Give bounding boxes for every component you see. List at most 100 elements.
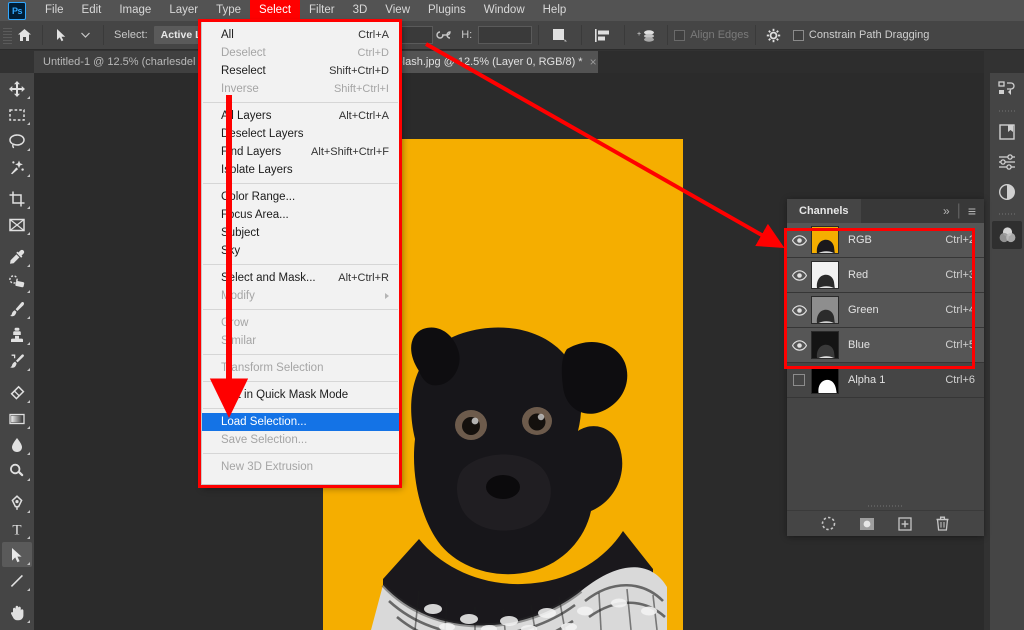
eye-icon[interactable] xyxy=(787,270,811,281)
path-arrangement-icon[interactable]: + xyxy=(631,24,661,46)
align-edges-checkbox-box xyxy=(674,30,685,41)
gradient-tool[interactable] xyxy=(2,406,32,431)
close-icon[interactable]: × xyxy=(590,57,597,67)
spot-healing-brush-tool[interactable] xyxy=(2,270,32,295)
channel-row[interactable]: GreenCtrl+4 xyxy=(787,293,984,328)
menu-filter[interactable]: Filter xyxy=(300,0,344,21)
tool-preset-chevron-icon[interactable] xyxy=(73,24,97,46)
rail-grip-1[interactable] xyxy=(999,107,1015,116)
channels-panel-icon[interactable] xyxy=(992,221,1022,249)
adjustment-layer-icon[interactable] xyxy=(992,178,1022,206)
channel-row[interactable]: BlueCtrl+5 xyxy=(787,328,984,363)
brush-tool[interactable] xyxy=(2,296,32,321)
link-width-height-icon[interactable] xyxy=(433,24,457,46)
eye-toggle-empty[interactable] xyxy=(787,374,811,386)
menu-item-new-3d-extrusion[interactable]: New 3D Extrusion xyxy=(202,458,399,476)
channel-row[interactable]: RGBCtrl+2 xyxy=(787,223,984,258)
eye-icon[interactable] xyxy=(787,305,811,316)
menu-item-all[interactable]: AllCtrl+A xyxy=(202,26,399,44)
lasso-tool[interactable] xyxy=(2,128,32,153)
menu-item-select-and-mask[interactable]: Select and Mask...Alt+Ctrl+R xyxy=(202,269,399,287)
load-channel-as-selection-button[interactable] xyxy=(820,515,838,533)
menu-item-label: Inverse xyxy=(221,80,259,98)
libraries-panel-icon[interactable] xyxy=(992,118,1022,146)
hand-tool[interactable] xyxy=(2,600,32,625)
menu-item-transform-selection[interactable]: Transform Selection xyxy=(202,359,399,377)
menu-item-edit-in-quick-mask-mode[interactable]: Edit in Quick Mask Mode xyxy=(202,386,399,404)
blur-tool[interactable] xyxy=(2,432,32,457)
constrain-path-dragging-checkbox[interactable]: Constrain Path Dragging xyxy=(793,29,929,41)
menu-item-subject[interactable]: Subject xyxy=(202,224,399,242)
menu-item-find-layers[interactable]: Find LayersAlt+Shift+Ctrl+F xyxy=(202,143,399,161)
menu-item-deselect-layers[interactable]: Deselect Layers xyxy=(202,125,399,143)
channel-row[interactable]: Alpha 1Ctrl+6 xyxy=(787,363,984,398)
eraser-tool[interactable] xyxy=(2,380,32,405)
object-selection-tool[interactable] xyxy=(2,154,32,179)
menu-file[interactable]: File xyxy=(36,0,73,21)
clone-stamp-tool[interactable] xyxy=(2,322,32,347)
menu-item-sky[interactable]: Sky xyxy=(202,242,399,260)
menu-item-deselect[interactable]: DeselectCtrl+D xyxy=(202,44,399,62)
menu-item-isolate-layers[interactable]: Isolate Layers xyxy=(202,161,399,179)
menu-item-focus-area[interactable]: Focus Area... xyxy=(202,206,399,224)
move-tool[interactable] xyxy=(2,76,32,101)
eye-icon[interactable] xyxy=(787,340,811,351)
eye-icon[interactable] xyxy=(787,235,811,246)
options-bar-grip[interactable] xyxy=(3,25,12,45)
dodge-tool[interactable] xyxy=(2,458,32,483)
menu-help[interactable]: Help xyxy=(534,0,576,21)
menu-edit[interactable]: Edit xyxy=(73,0,111,21)
current-tool-icon[interactable] xyxy=(49,24,73,46)
menu-item-label: Edit in Quick Mask Mode xyxy=(221,386,348,404)
type-tool[interactable]: T xyxy=(2,516,32,541)
save-selection-as-channel-button[interactable] xyxy=(858,515,876,533)
zoom-tool[interactable] xyxy=(2,626,32,630)
menu-item-save-selection[interactable]: Save Selection... xyxy=(202,431,399,449)
pen-tool[interactable] xyxy=(2,490,32,515)
menu-item-label: Save Selection... xyxy=(221,431,307,449)
menu-item-load-selection[interactable]: Load Selection... xyxy=(202,413,399,431)
menu-item-reselect[interactable]: ReselectShift+Ctrl+D xyxy=(202,62,399,80)
height-input[interactable] xyxy=(478,26,532,44)
menu-item-similar[interactable]: Similar xyxy=(202,332,399,350)
menu-separator xyxy=(203,354,398,355)
panel-resize-grip[interactable] xyxy=(868,503,904,508)
frame-tool[interactable] xyxy=(2,212,32,237)
document-tab-1[interactable]: Untitled-1 @ 12.5% (charlesdel× xyxy=(34,51,219,73)
menu-image[interactable]: Image xyxy=(110,0,160,21)
menu-type[interactable]: Type xyxy=(207,0,250,21)
path-alignment-icon[interactable] xyxy=(588,24,618,46)
menu-item-color-range[interactable]: Color Range... xyxy=(202,188,399,206)
history-brush-tool[interactable] xyxy=(2,348,32,373)
line-tool[interactable] xyxy=(2,568,32,593)
menu-plugins[interactable]: Plugins xyxy=(419,0,475,21)
menu-layer[interactable]: Layer xyxy=(160,0,207,21)
crop-tool[interactable] xyxy=(2,186,32,211)
rectangular-marquee-tool[interactable] xyxy=(2,102,32,127)
rail-grip-2[interactable] xyxy=(999,210,1015,219)
menu-3d[interactable]: 3D xyxy=(344,0,377,21)
eyedropper-tool[interactable] xyxy=(2,244,32,269)
gear-icon[interactable] xyxy=(762,24,786,46)
tab-channels[interactable]: Channels xyxy=(787,199,861,223)
align-edges-checkbox[interactable]: Align Edges xyxy=(674,29,749,41)
create-new-channel-button[interactable] xyxy=(896,515,914,533)
home-icon[interactable] xyxy=(12,24,36,46)
menu-window[interactable]: Window xyxy=(475,0,534,21)
menu-view[interactable]: View xyxy=(376,0,419,21)
panel-menu-icon[interactable]: ≡ xyxy=(968,203,976,219)
menu-item-modify[interactable]: Modify xyxy=(202,287,399,305)
path-selection-tool[interactable] xyxy=(2,542,32,567)
channel-row[interactable]: RedCtrl+3 xyxy=(787,258,984,293)
menu-item-inverse[interactable]: InverseShift+Ctrl+I xyxy=(202,80,399,98)
delete-channel-button[interactable] xyxy=(934,515,952,533)
collapse-panel-icon[interactable]: » xyxy=(943,204,950,218)
menu-item-all-layers[interactable]: All LayersAlt+Ctrl+A xyxy=(202,107,399,125)
select-menu-dropdown[interactable]: AllCtrl+ADeselectCtrl+DReselectShift+Ctr… xyxy=(201,21,400,485)
menu-item-grow[interactable]: Grow xyxy=(202,314,399,332)
adjustments-panel-icon[interactable] xyxy=(992,148,1022,176)
path-operations-icon[interactable] xyxy=(545,24,575,46)
menu-select[interactable]: Select xyxy=(250,0,300,21)
history-panel-icon[interactable] xyxy=(992,75,1022,103)
menu-separator xyxy=(203,453,398,454)
